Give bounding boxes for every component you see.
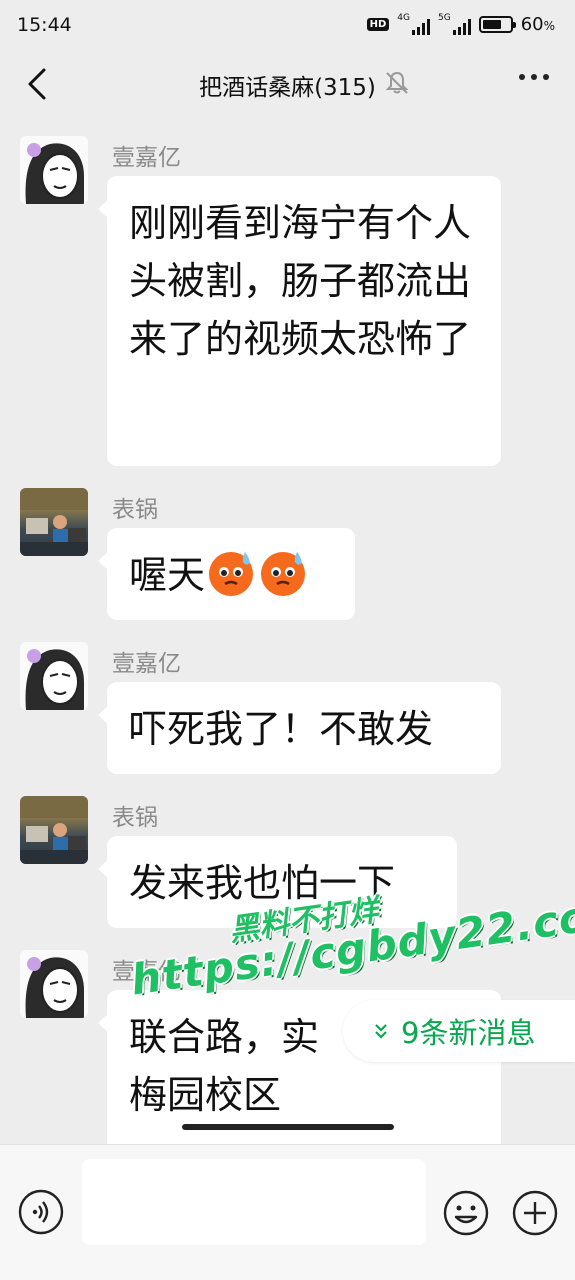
message-bubble[interactable]: 喔天 (98, 528, 355, 620)
hd-badge: HD (366, 18, 390, 31)
sweat-face-emoji-icon (257, 546, 309, 598)
status-bar: 15:44 HD 4G 5G 60% (0, 0, 575, 52)
sender-name: 壹嘉亿 (112, 651, 181, 677)
status-icons: HD 4G 5G 60% (366, 14, 555, 35)
dudu-avatar-icon (25, 957, 84, 1018)
message-text-line: 梅园校区 (129, 1073, 282, 1117)
net-label-4g: 4G (397, 13, 410, 23)
signal-4g: 4G (397, 14, 430, 35)
sender-name: 壹嘉亿 (112, 145, 181, 171)
smiley-icon (443, 1190, 489, 1236)
dudu-avatar-icon (25, 649, 84, 710)
status-time: 15:44 (17, 14, 72, 36)
chat-screen: 15:44 HD 4G 5G 60% 把酒话桑麻(315) 壹嘉亿 刚刚看到海宁… (0, 0, 575, 1280)
sweat-face-emoji-icon (205, 546, 257, 598)
sender-avatar[interactable] (20, 488, 88, 556)
message-item: 壹嘉亿 吓死我了！不敢发 (0, 642, 575, 782)
emoji-button[interactable] (442, 1189, 490, 1237)
voice-icon (18, 1189, 64, 1235)
battery-icon (478, 16, 516, 33)
photo-avatar-icon (20, 796, 88, 864)
photo-avatar-icon (20, 488, 88, 556)
message-list[interactable]: 壹嘉亿 刚刚看到海宁有个人头被割，肠子都流出来了的视频太恐怖了 表锅 喔天 壹嘉… (0, 116, 575, 1144)
more-button[interactable] (519, 74, 549, 80)
sender-name: 表锅 (112, 805, 158, 831)
message-bubble[interactable]: 刚刚看到海宁有个人头被割，肠子都流出来了的视频太恐怖了 (98, 176, 501, 466)
home-indicator[interactable] (182, 1124, 394, 1130)
message-text: 喔天 (129, 553, 206, 597)
voice-button[interactable] (18, 1189, 64, 1235)
bell-muted-icon (385, 71, 409, 94)
message-item: 表锅 喔天 (0, 488, 575, 628)
more-dots-icon (519, 74, 525, 80)
message-input[interactable] (82, 1159, 426, 1245)
sender-name: 表锅 (112, 497, 158, 523)
more-functions-button[interactable] (511, 1189, 559, 1237)
new-messages-button[interactable]: 9条新消息 (343, 1000, 575, 1062)
signal-bars-icon (411, 19, 430, 35)
sender-avatar[interactable] (20, 950, 88, 1018)
sender-avatar[interactable] (20, 796, 88, 864)
message-bubble[interactable]: 吓死我了！不敢发 (98, 682, 501, 774)
sender-avatar[interactable] (20, 642, 88, 710)
signal-5g: 5G (438, 14, 471, 35)
new-messages-label: 9条新消息 (401, 1016, 536, 1050)
net-label-5g: 5G (437, 13, 451, 23)
double-chevron-down-icon (375, 1024, 387, 1039)
input-bar (0, 1144, 575, 1280)
title-bar: 把酒话桑麻(315) (0, 52, 575, 116)
sender-avatar[interactable] (20, 136, 88, 204)
chat-title: 把酒话桑麻(315) (199, 75, 376, 101)
battery-level: 60% (520, 14, 555, 35)
signal-bars-icon (452, 19, 471, 35)
plus-circle-icon (512, 1190, 558, 1236)
dudu-avatar-icon (25, 143, 84, 204)
message-item: 壹嘉亿 刚刚看到海宁有个人头被割，肠子都流出来了的视频太恐怖了 (0, 136, 575, 476)
